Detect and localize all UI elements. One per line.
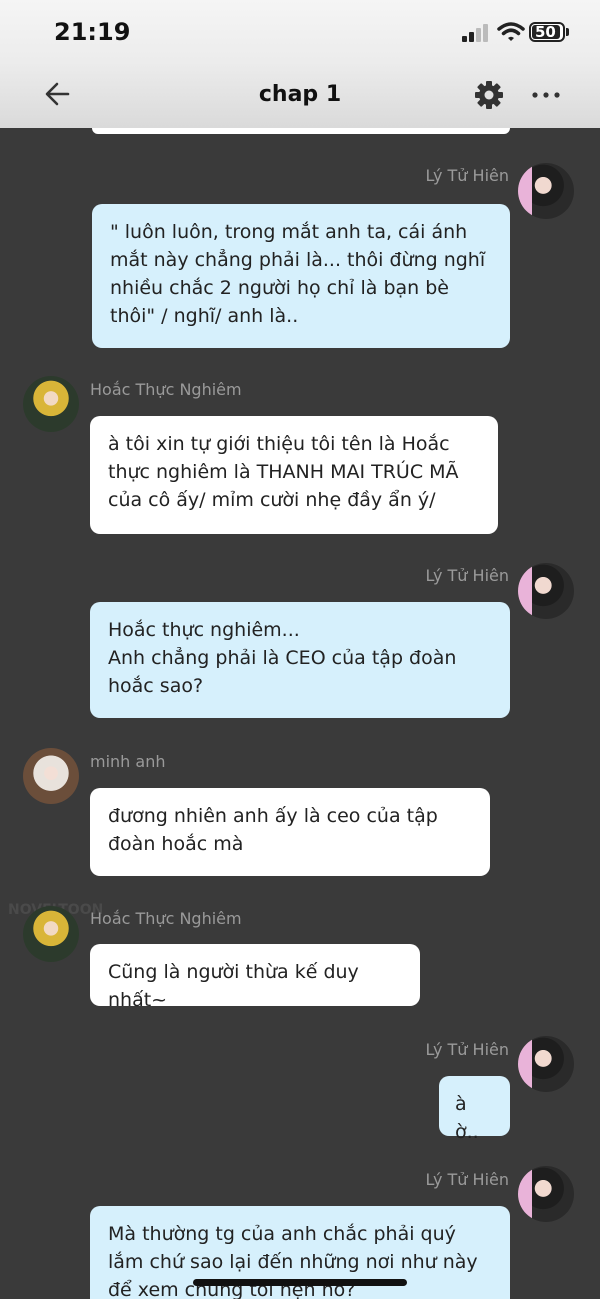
home-indicator — [193, 1279, 407, 1286]
wifi-icon — [497, 22, 525, 41]
battery-icon: 50 — [529, 22, 565, 42]
message-bubble: à ờ.. — [439, 1076, 510, 1143]
sender-name: Hoắc Thực Nghiêm — [90, 909, 242, 928]
sender-name: minh anh — [90, 752, 166, 771]
status-bar: 21:19 50 — [0, 0, 600, 62]
more-dots-icon[interactable] — [530, 85, 562, 105]
previous-bubble — [92, 128, 510, 134]
avatar[interactable] — [23, 906, 79, 962]
page-title: chap 1 — [258, 82, 342, 107]
message-bubble: Cũng là người thừa kế duy nhất~ — [90, 944, 420, 1011]
sender-name: Lý Tử Hiên — [425, 1170, 509, 1189]
avatar[interactable] — [518, 163, 574, 219]
avatar[interactable] — [23, 748, 79, 804]
chapter-header: chap 1 — [0, 62, 600, 128]
sender-name: Lý Tử Hiên — [425, 166, 509, 185]
status-time: 21:19 — [54, 18, 131, 46]
sender-name: Hoắc Thực Nghiêm — [90, 380, 242, 399]
avatar[interactable] — [23, 376, 79, 432]
message-bubble: " luôn luôn, trong mắt anh ta, cái ánh m… — [92, 204, 510, 348]
message-bubble: Hoắc thực nghiêm... Anh chẳng phải là CE… — [90, 602, 510, 718]
avatar[interactable] — [518, 1036, 574, 1092]
gear-icon[interactable] — [473, 79, 505, 111]
signal-icon — [462, 24, 490, 42]
message-bubble: à tôi xin tự giới thiệu tôi tên là Hoắc … — [90, 416, 498, 534]
message-bubble: đương nhiên anh ấy là ceo của tập đoàn h… — [90, 788, 490, 876]
sender-name: Lý Tử Hiên — [425, 1040, 509, 1059]
battery-level: 50 — [535, 23, 556, 41]
avatar[interactable] — [518, 563, 574, 619]
sender-name: Lý Tử Hiên — [425, 566, 509, 585]
avatar[interactable] — [518, 1166, 574, 1222]
